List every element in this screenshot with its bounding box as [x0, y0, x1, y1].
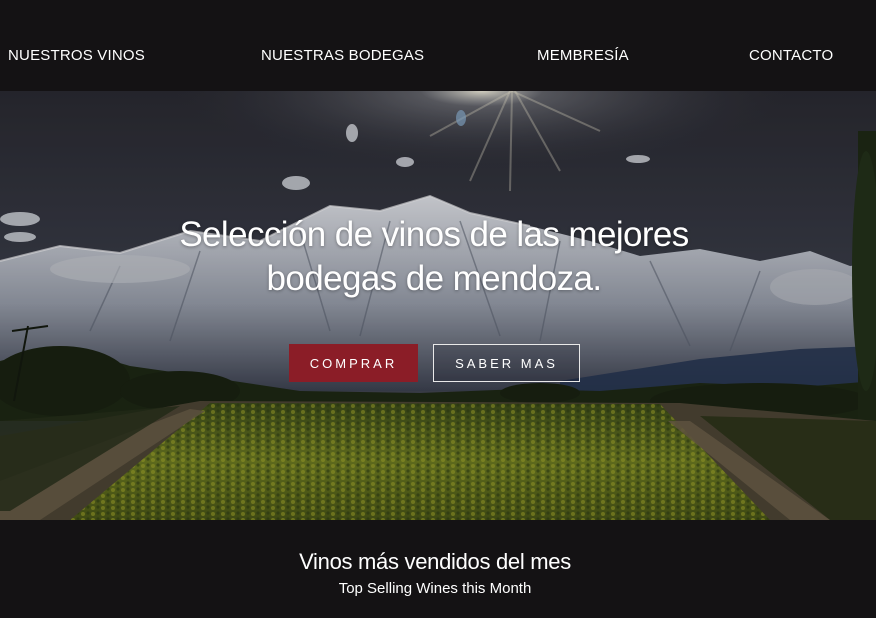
hero-title-line-1: Selección de vinos de las mejores [179, 215, 689, 254]
nav-membresia[interactable]: MEMBRESÍA [537, 47, 629, 64]
hero-section: Selección de vinos de las mejores bodega… [0, 91, 876, 520]
best-sellers-subtitle: Top Selling Wines this Month [338, 580, 532, 597]
saber-mas-button-label: SABER MAS [455, 355, 558, 371]
nav-contacto[interactable]: CONTACTO [749, 47, 833, 64]
best-sellers-title: Vinos más vendidos del mes [299, 549, 571, 574]
main-navigation: NUESTROS VINOS NUESTRAS BODEGAS MEMBRESÍ… [0, 0, 876, 91]
nav-nuestros-vinos[interactable]: NUESTROS VINOS [8, 47, 145, 64]
hero-title: Selección de vinos de las mejores bodega… [0, 213, 868, 301]
comprar-button[interactable]: COMPRAR [289, 344, 418, 382]
nav-nuestras-bodegas[interactable]: NUESTRAS BODEGAS [261, 47, 424, 64]
comprar-button-label: COMPRAR [309, 355, 398, 371]
hero-title-line-2: bodegas de mendoza. [266, 259, 603, 298]
saber-mas-button[interactable]: SABER MAS [433, 344, 580, 382]
hero-background-image [0, 91, 876, 520]
